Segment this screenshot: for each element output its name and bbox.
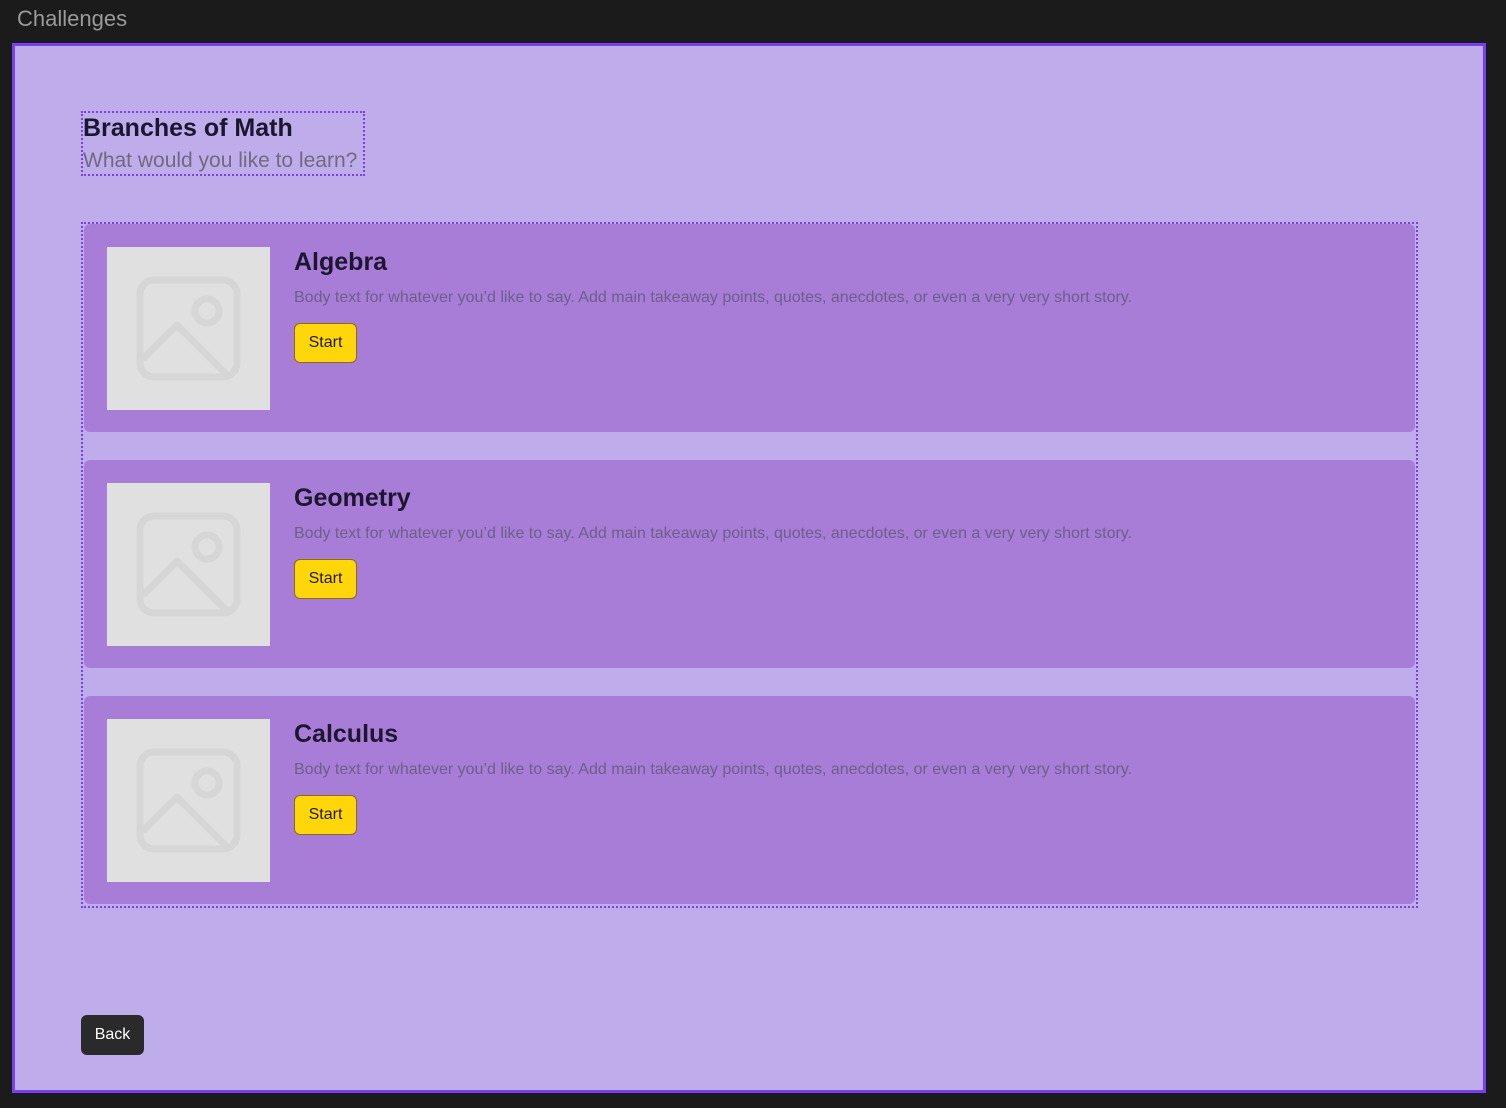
- back-button[interactable]: Back: [81, 1015, 144, 1055]
- start-button-algebra[interactable]: Start: [294, 323, 357, 363]
- card-image: [107, 247, 270, 410]
- window-title: Challenges: [17, 6, 128, 31]
- card-calculus: Calculus Body text for whatever you’d li…: [84, 696, 1415, 904]
- start-button-calculus[interactable]: Start: [294, 795, 357, 835]
- start-button-geometry[interactable]: Start: [294, 559, 357, 599]
- card-geometry: Geometry Body text for whatever you’d li…: [84, 460, 1415, 668]
- image-placeholder-icon: [136, 748, 241, 853]
- challenges-frame: Branches of Math What would you like to …: [12, 43, 1486, 1093]
- card-list: Algebra Body text for whatever you’d lik…: [81, 222, 1418, 908]
- card-algebra: Algebra Body text for whatever you’d lik…: [84, 224, 1415, 432]
- page-title: Branches of Math: [83, 114, 293, 142]
- card-title: Geometry: [294, 484, 411, 512]
- card-body: Body text for whatever you’d like to say…: [294, 525, 1133, 542]
- card-image: [107, 483, 270, 646]
- card-body: Body text for whatever you’d like to say…: [294, 289, 1133, 306]
- header-group: Branches of Math What would you like to …: [81, 111, 365, 176]
- card-image: [107, 719, 270, 882]
- card-title: Algebra: [294, 248, 388, 276]
- card-body: Body text for whatever you’d like to say…: [294, 761, 1133, 778]
- image-placeholder-icon: [136, 512, 241, 617]
- image-placeholder-icon: [136, 276, 241, 381]
- card-title: Calculus: [294, 720, 399, 748]
- page-subtitle: What would you like to learn?: [83, 149, 358, 172]
